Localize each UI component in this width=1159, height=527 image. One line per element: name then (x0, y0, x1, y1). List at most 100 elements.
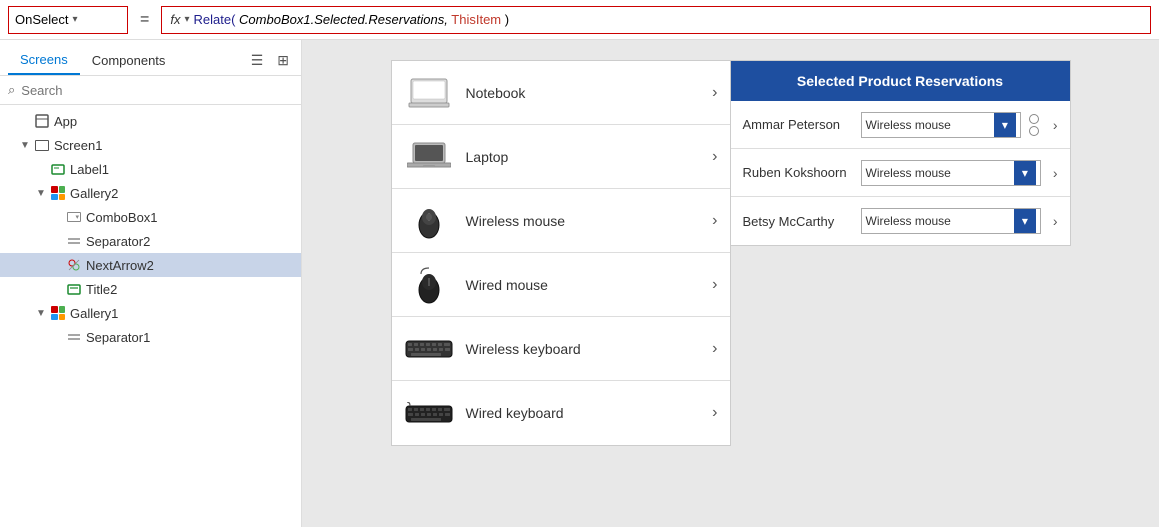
tree-label-screen1: Screen1 (54, 138, 102, 153)
expand-icon: ▼ (36, 188, 46, 199)
reservation-value-1: Wireless mouse (866, 118, 994, 132)
left-panel: Screens Components ☰ ⊞ ⌕ App ▼ (0, 40, 302, 527)
tree-label-separator2: Separator2 (86, 234, 150, 249)
tree-label-gallery2: Gallery2 (70, 186, 118, 201)
product-item-notebook[interactable]: Notebook › (392, 61, 730, 125)
grid-icon[interactable]: ⊞ (273, 50, 293, 71)
wiredmouse-image (404, 265, 454, 305)
tree-label-app: App (54, 114, 77, 129)
tree-label-label1: Label1 (70, 162, 109, 177)
product-name-wmouse: Wireless mouse (466, 213, 701, 229)
product-item-wiredmouse[interactable]: Wired mouse › (392, 253, 730, 317)
product-arrow-laptop: › (712, 148, 717, 166)
reservation-chevron-1[interactable]: › (1053, 117, 1058, 133)
reservation-chevron-2[interactable]: › (1053, 165, 1058, 181)
combobox-icon (66, 209, 82, 225)
wkeyboard-image (404, 329, 454, 369)
tree-item-separator2[interactable]: Separator2 (0, 229, 301, 253)
tree-item-nextarrow2[interactable]: NextArrow2 (0, 253, 301, 277)
expand-icon: ▼ (20, 140, 30, 151)
main-area: Screens Components ☰ ⊞ ⌕ App ▼ (0, 40, 1159, 527)
search-input[interactable] (21, 83, 293, 98)
panel-tabs: Screens Components ☰ ⊞ (0, 40, 301, 76)
expand-icon: ▼ (36, 308, 46, 319)
fx-chevron-icon: ▾ (184, 14, 189, 25)
tree-item-combobox1[interactable]: ComboBox1 (0, 205, 301, 229)
circle-top-1 (1029, 114, 1039, 124)
separator-icon (66, 233, 82, 249)
app-icon (34, 113, 50, 129)
product-name-wiredkeyboard: Wired keyboard (466, 405, 701, 421)
product-name-wiredmouse: Wired mouse (466, 277, 701, 293)
reservation-name-1: Ammar Peterson (743, 117, 853, 132)
tab-screens[interactable]: Screens (8, 46, 80, 75)
tree-label-gallery1: Gallery1 (70, 306, 118, 321)
reservation-row-1: Ammar Peterson Wireless mouse ▾ › (731, 101, 1070, 149)
reservations-panel: Selected Product Reservations Ammar Pete… (731, 60, 1071, 246)
product-item-laptop[interactable]: Laptop › (392, 125, 730, 189)
product-list: Notebook › Laptop › (391, 60, 731, 446)
tree-item-title2[interactable]: Title2 (0, 277, 301, 301)
reservation-chevron-3[interactable]: › (1053, 213, 1058, 229)
tree: App ▼ Screen1 Label1 ▼ (0, 105, 301, 527)
screen-icon (34, 137, 50, 153)
tree-label-nextarrow2: NextArrow2 (86, 258, 154, 273)
gallery1-icon (50, 305, 66, 321)
tree-item-gallery2[interactable]: ▼ Gallery2 (0, 181, 301, 205)
tab-components[interactable]: Components (80, 47, 178, 74)
property-chevron-icon: ▾ (72, 14, 77, 25)
reservation-dropdown-3[interactable]: Wireless mouse ▾ (861, 208, 1041, 234)
product-name-laptop: Laptop (466, 149, 701, 165)
notebook-image (404, 73, 454, 113)
content-area: Notebook › Laptop › (302, 40, 1159, 527)
formula-param1: ComboBox1.Selected.Reservations, (239, 12, 448, 27)
laptop-image (404, 137, 454, 177)
list-icon[interactable]: ☰ (247, 50, 268, 71)
nextarrow-icon (66, 257, 82, 273)
tree-item-screen1[interactable]: ▼ Screen1 (0, 133, 301, 157)
formula-close: ) (505, 12, 509, 27)
separator1-icon (66, 329, 82, 345)
product-item-wiredkeyboard[interactable]: Wired keyboard › (392, 381, 730, 445)
fx-label: fx (170, 12, 180, 27)
tree-label-combobox1: ComboBox1 (86, 210, 158, 225)
dropdown-arrow-icon-1[interactable]: ▾ (994, 113, 1016, 137)
product-arrow-wmouse: › (712, 212, 717, 230)
product-item-wkeyboard[interactable]: Wireless keyboard › (392, 317, 730, 381)
product-name-wkeyboard: Wireless keyboard (466, 341, 701, 357)
search-icon: ⌕ (8, 82, 15, 98)
tab-icons: ☰ ⊞ (247, 50, 293, 71)
reservation-circles-1 (1029, 114, 1039, 136)
reservation-dropdown-2[interactable]: Wireless mouse ▾ (861, 160, 1041, 186)
dropdown-arrow-icon-2[interactable]: ▾ (1014, 161, 1036, 185)
reservation-value-3: Wireless mouse (866, 214, 1014, 228)
reservation-value-2: Wireless mouse (866, 166, 1014, 180)
product-item-wmouse[interactable]: Wireless mouse › (392, 189, 730, 253)
product-name-notebook: Notebook (466, 85, 701, 101)
wiredkeyboard-image (404, 393, 454, 433)
wmouse-image (404, 201, 454, 241)
reservations-header: Selected Product Reservations (731, 61, 1070, 101)
reservation-dropdown-1[interactable]: Wireless mouse ▾ (861, 112, 1021, 138)
product-arrow-notebook: › (712, 84, 717, 102)
reservation-name-3: Betsy McCarthy (743, 214, 853, 229)
tree-item-separator1[interactable]: Separator1 (0, 325, 301, 349)
formula-bar[interactable]: fx ▾ Relate( ComboBox1.Selected.Reservat… (161, 6, 1151, 34)
reservation-row-3: Betsy McCarthy Wireless mouse ▾ › (731, 197, 1070, 245)
formula-thisitem: ThisItem (451, 12, 501, 27)
product-arrow-wiredkeyboard: › (712, 404, 717, 422)
circle-bottom-1 (1029, 126, 1039, 136)
tree-label-separator1: Separator1 (86, 330, 150, 345)
reservations-title: Selected Product Reservations (797, 73, 1003, 89)
dropdown-arrow-icon-3[interactable]: ▾ (1014, 209, 1036, 233)
reservation-row-2: Ruben Kokshoorn Wireless mouse ▾ › (731, 149, 1070, 197)
property-selector[interactable]: OnSelect ▾ (8, 6, 128, 34)
tree-label-title2: Title2 (86, 282, 117, 297)
search-box: ⌕ (0, 76, 301, 105)
tree-item-label1[interactable]: Label1 (0, 157, 301, 181)
product-arrow-wiredmouse: › (712, 276, 717, 294)
tree-item-gallery1[interactable]: ▼ Gallery1 (0, 301, 301, 325)
formula-text: Relate( ComboBox1.Selected.Reservations,… (194, 12, 510, 27)
tree-item-app[interactable]: App (0, 109, 301, 133)
label-icon (50, 161, 66, 177)
